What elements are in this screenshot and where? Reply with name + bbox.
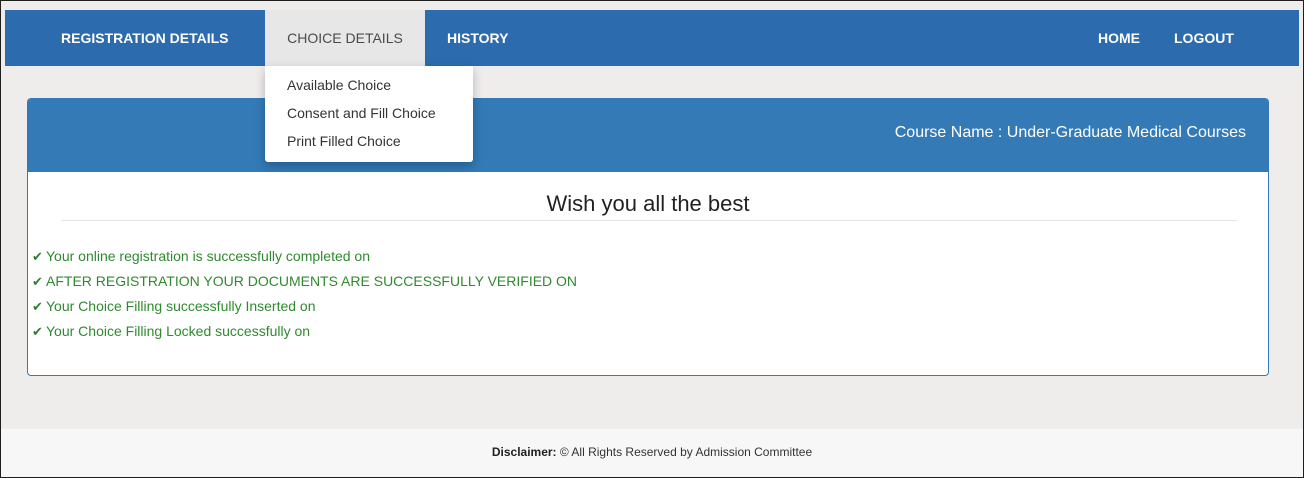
status-choice-inserted: ✔ Your Choice Filling successfully Insert… [32, 294, 577, 319]
footer: Disclaimer: © All Rights Reserved by Adm… [1, 429, 1303, 477]
dropdown-consent-fill-choice[interactable]: Consent and Fill Choice [287, 105, 436, 121]
divider [61, 220, 1237, 221]
nav-home[interactable]: HOME [1086, 10, 1156, 66]
check-icon: ✔ [32, 274, 43, 289]
top-navbar: REGISTRATION DETAILS CHOICE DETAILS HIST… [5, 10, 1299, 66]
dropdown-print-filled-choice[interactable]: Print Filled Choice [287, 133, 401, 149]
status-list: ✔ Your online registration is successfull… [32, 244, 577, 344]
dropdown-available-choice[interactable]: Available Choice [287, 77, 391, 93]
nav-choice-details[interactable]: CHOICE DETAILS [265, 10, 425, 66]
status-text: Your Choice Filling Locked successfully … [46, 323, 311, 339]
status-panel: Course Name : Under-Graduate Medical Cou… [27, 98, 1269, 376]
footer-disclaimer: Disclaimer: © All Rights Reserved by Adm… [1, 445, 1303, 459]
status-registration-completed: ✔ Your online registration is successfull… [32, 244, 577, 269]
panel-heading: Course Name : Under-Graduate Medical Cou… [28, 99, 1268, 172]
check-icon: ✔ [32, 249, 43, 264]
nav-registration-details[interactable]: REGISTRATION DETAILS [44, 10, 244, 66]
status-text: AFTER REGISTRATION YOUR DOCUMENTS ARE SU… [46, 273, 578, 289]
disclaimer-text: © All Rights Reserved by Admission Commi… [556, 445, 813, 459]
status-documents-verified: ✔ AFTER REGISTRATION YOUR DOCUMENTS ARE S… [32, 269, 577, 294]
page-frame: REGISTRATION DETAILS CHOICE DETAILS HIST… [0, 0, 1304, 478]
choice-details-dropdown: Available Choice Consent and Fill Choice… [265, 66, 473, 162]
status-text: Your Choice Filling successfully Inserte… [46, 298, 316, 314]
status-text: Your online registration is successfully… [46, 248, 370, 264]
disclaimer-label: Disclaimer: [491, 445, 557, 459]
check-icon: ✔ [32, 299, 43, 314]
check-icon: ✔ [32, 324, 43, 339]
status-choice-locked: ✔ Your Choice Filling Locked successfully… [32, 319, 577, 344]
nav-logout[interactable]: LOGOUT [1160, 10, 1270, 66]
wish-heading: Wish you all the best [546, 191, 750, 216]
course-name: Course Name : Under-Graduate Medical Cou… [894, 124, 1246, 141]
nav-history[interactable]: HISTORY [431, 10, 531, 66]
